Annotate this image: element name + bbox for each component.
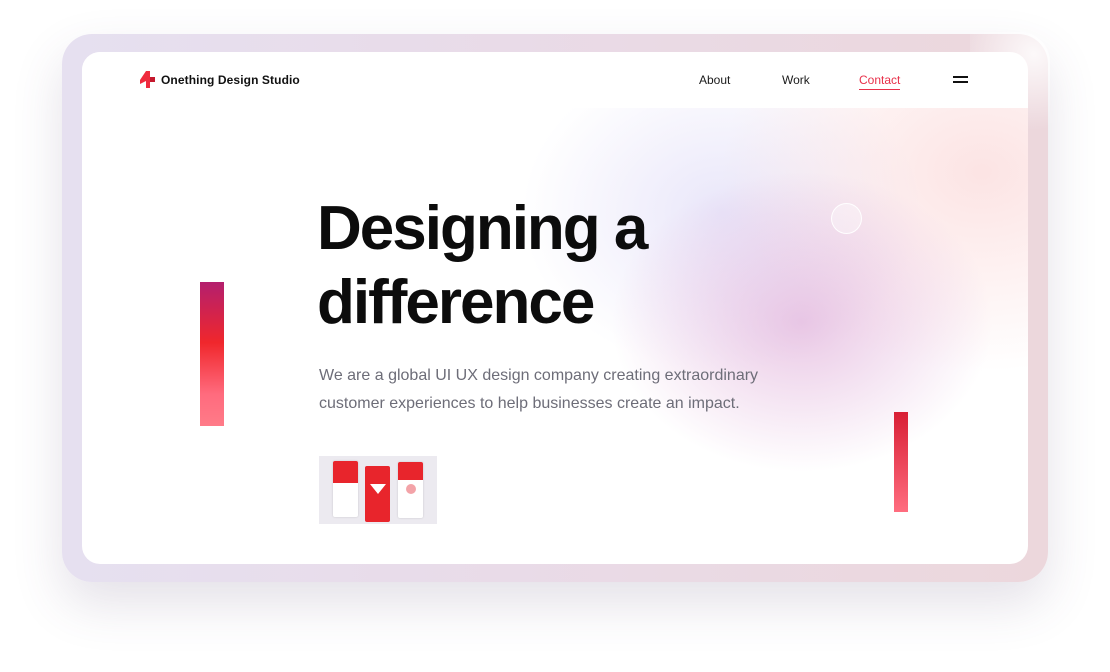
hero-title: Designing a difference	[317, 192, 648, 340]
stylized-4-logo-icon	[140, 71, 155, 88]
brand-logo[interactable]: Onething Design Studio	[140, 71, 300, 88]
hero-title-line-1: Designing a	[317, 194, 648, 263]
brand-name: Onething Design Studio	[161, 72, 300, 87]
hero-description: We are a global UI UX design company cre…	[319, 367, 759, 412]
hamburger-menu-icon[interactable]	[953, 76, 968, 84]
nav-link-work[interactable]: Work	[782, 73, 810, 87]
hero-title-line-2: difference	[317, 268, 595, 337]
phone-screen-2	[365, 466, 390, 522]
decorative-circle	[831, 203, 862, 234]
website-screen: Onething Design Studio About Work Contac…	[82, 52, 1028, 564]
nav-link-contact[interactable]: Contact	[859, 73, 901, 90]
phone-screen-1	[333, 461, 358, 517]
decorative-gradient-bar-right	[894, 412, 908, 512]
app-screens-thumbnail[interactable]	[319, 456, 437, 524]
top-navigation: Onething Design Studio About Work Contac…	[82, 52, 1028, 108]
phone-screen-3	[398, 462, 423, 518]
decorative-gradient-bar-left	[200, 282, 224, 426]
nav-link-about[interactable]: About	[699, 73, 730, 87]
